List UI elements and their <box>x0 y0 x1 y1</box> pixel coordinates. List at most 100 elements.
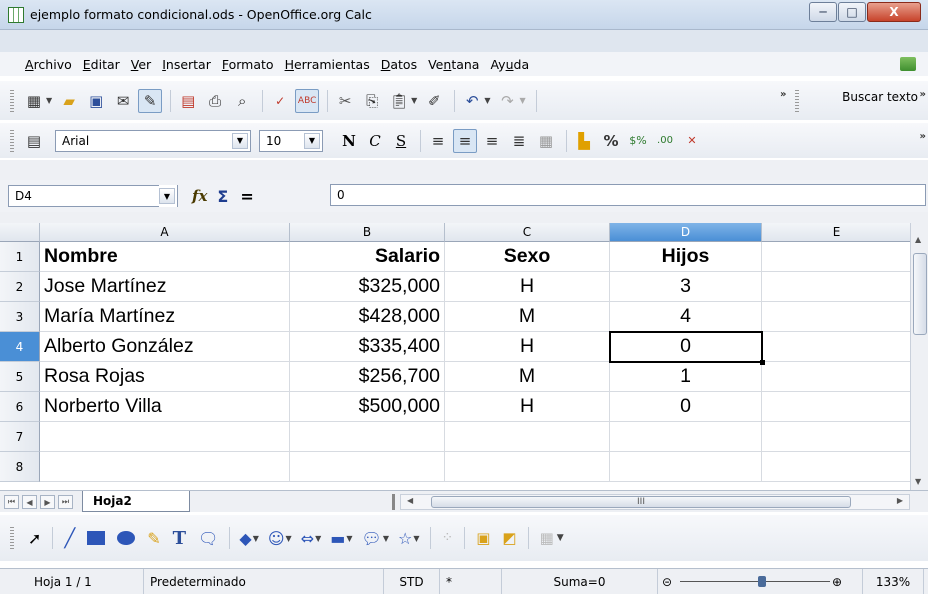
cell-d1[interactable]: Hijos <box>610 242 762 272</box>
menu-ayuda[interactable]: Ayuda <box>490 57 529 72</box>
callouts-icon[interactable]: 💬︎ <box>362 529 382 548</box>
percent-button[interactable]: % <box>599 129 623 153</box>
row-header-6[interactable]: 6 <box>0 392 40 422</box>
zoom-level[interactable]: 133% <box>862 569 924 594</box>
ellipse-icon[interactable] <box>117 531 136 545</box>
line-icon[interactable]: ╱ <box>64 528 75 549</box>
redo-icon[interactable]: ↷ <box>495 89 519 113</box>
previous-sheet-icon[interactable]: ◀ <box>22 495 37 509</box>
cell-d3[interactable]: 4 <box>610 302 762 332</box>
cell-c3[interactable]: M <box>445 302 610 332</box>
email-icon[interactable]: ✉ <box>111 89 135 113</box>
row-header-5[interactable]: 5 <box>0 362 40 392</box>
toolbar-grip[interactable] <box>10 129 14 152</box>
print-preview-icon[interactable]: ⌕ <box>230 89 254 113</box>
text-icon[interactable]: T <box>173 528 186 549</box>
cut-icon[interactable]: ✂ <box>333 89 357 113</box>
stars-icon[interactable]: ☆ <box>398 529 412 548</box>
undo-icon[interactable]: ↶ <box>460 89 484 113</box>
vertical-scrollbar[interactable]: ▲ ▼ <box>910 223 928 490</box>
zoom-in-icon[interactable]: ⊕ <box>832 569 854 594</box>
row-header-3[interactable]: 3 <box>0 302 40 332</box>
function-wizard-icon[interactable]: fx <box>192 187 207 205</box>
fill-handle[interactable] <box>760 360 765 365</box>
row-header-1[interactable]: 1 <box>0 242 40 272</box>
block-arrows-icon[interactable]: ⇔ <box>301 529 314 548</box>
first-sheet-icon[interactable]: ⏮ <box>4 495 19 509</box>
cell-d7[interactable] <box>610 422 762 452</box>
align-center-icon[interactable]: ≡ <box>453 128 477 153</box>
page-style[interactable]: Predeterminado <box>144 569 384 594</box>
cell-a2[interactable]: Jose Martínez <box>40 272 290 302</box>
horizontal-scrollbar[interactable]: ◀ III ▶ <box>400 494 910 510</box>
font-name-combo[interactable]: Arial ▼ <box>55 129 251 152</box>
cell-a1[interactable]: Nombre <box>40 242 290 272</box>
cell-b2[interactable]: $325,000 <box>290 272 445 302</box>
chevron-down-icon[interactable]: ▼ <box>346 534 352 543</box>
scroll-up-icon[interactable]: ▲ <box>915 235 921 244</box>
column-header-c[interactable]: C <box>445 223 610 242</box>
chevron-down-icon[interactable]: ▼ <box>383 534 389 543</box>
column-header-e[interactable]: E <box>762 223 912 242</box>
new-document-icon[interactable]: ▦ <box>22 89 46 113</box>
spellcheck-icon[interactable]: ✓ <box>268 89 292 113</box>
select-arrow-icon[interactable]: ➚ <box>28 529 41 548</box>
cell-b1[interactable]: Salario <box>290 242 445 272</box>
save-icon[interactable]: ▣ <box>84 89 108 113</box>
toolbar-overflow-icon[interactable]: » <box>920 131 926 142</box>
paste-icon[interactable]: 📋︎ <box>387 89 411 113</box>
cell-e1[interactable] <box>762 242 912 272</box>
cell-b8[interactable] <box>290 452 445 482</box>
cell-b6[interactable]: $500,000 <box>290 392 445 422</box>
delete-decimal-icon[interactable]: ✕ <box>680 129 704 153</box>
cell-c8[interactable] <box>445 452 610 482</box>
scroll-down-icon[interactable]: ▼ <box>915 477 921 486</box>
points-icon[interactable]: ⁘ <box>442 530 454 546</box>
print-icon[interactable]: ⎙ <box>203 89 227 113</box>
bold-button[interactable]: N <box>337 132 361 150</box>
menu-ventana[interactable]: Ventana <box>428 57 479 72</box>
row-header-7[interactable]: 7 <box>0 422 40 452</box>
currency-icon[interactable]: ▙ <box>572 129 596 153</box>
tab-splitter[interactable] <box>392 494 395 510</box>
column-header-a[interactable]: A <box>40 223 290 242</box>
chevron-down-icon[interactable]: ▼ <box>315 534 321 543</box>
cell-d8[interactable] <box>610 452 762 482</box>
font-size-combo[interactable]: 10 ▼ <box>259 129 323 152</box>
cell-e5[interactable] <box>762 362 912 392</box>
row-header-2[interactable]: 2 <box>0 272 40 302</box>
basic-shapes-icon[interactable]: ◆ <box>239 529 251 548</box>
cell-a7[interactable] <box>40 422 290 452</box>
zoom-slider-track[interactable] <box>680 581 830 582</box>
chevron-down-icon[interactable]: ▼ <box>557 533 564 543</box>
row-header-8[interactable]: 8 <box>0 452 40 482</box>
sum-display[interactable]: Suma=0 <box>502 569 658 594</box>
row-header-4[interactable]: 4 <box>0 332 40 362</box>
symbol-shapes-icon[interactable]: ☺ <box>268 529 285 548</box>
export-pdf-icon[interactable]: ▤ <box>176 89 200 113</box>
callout-icon[interactable]: 🗨︎ <box>198 529 218 548</box>
sheet-tab-hoja2[interactable]: Hoja2 <box>82 491 190 512</box>
next-sheet-icon[interactable]: ▶ <box>40 495 55 509</box>
name-box[interactable]: D4 ▼ <box>8 185 178 207</box>
formula-input[interactable]: 0 <box>330 184 926 206</box>
cell-c5[interactable]: M <box>445 362 610 392</box>
column-header-b[interactable]: B <box>290 223 445 242</box>
chevron-down-icon[interactable]: ▼ <box>232 132 248 149</box>
cell-b5[interactable]: $256,700 <box>290 362 445 392</box>
minimize-button[interactable]: ─ <box>809 2 837 22</box>
cell-e4[interactable] <box>762 332 912 362</box>
cell-e2[interactable] <box>762 272 912 302</box>
toolbar-grip[interactable] <box>795 90 799 112</box>
menu-herramientas[interactable]: Herramientas <box>285 57 370 72</box>
select-all-corner[interactable] <box>0 223 40 242</box>
italic-button[interactable]: C <box>363 132 387 150</box>
toolbar-overflow-icon[interactable]: » <box>920 89 926 100</box>
standard-format-icon[interactable]: $% <box>626 129 650 153</box>
paste-dropdown-icon[interactable]: ▼ <box>411 96 417 105</box>
cell-e6[interactable] <box>762 392 912 422</box>
redo-dropdown-icon[interactable]: ▼ <box>519 96 525 105</box>
column-header-d[interactable]: D <box>610 223 762 242</box>
cell-c6[interactable]: H <box>445 392 610 422</box>
cell-c7[interactable] <box>445 422 610 452</box>
